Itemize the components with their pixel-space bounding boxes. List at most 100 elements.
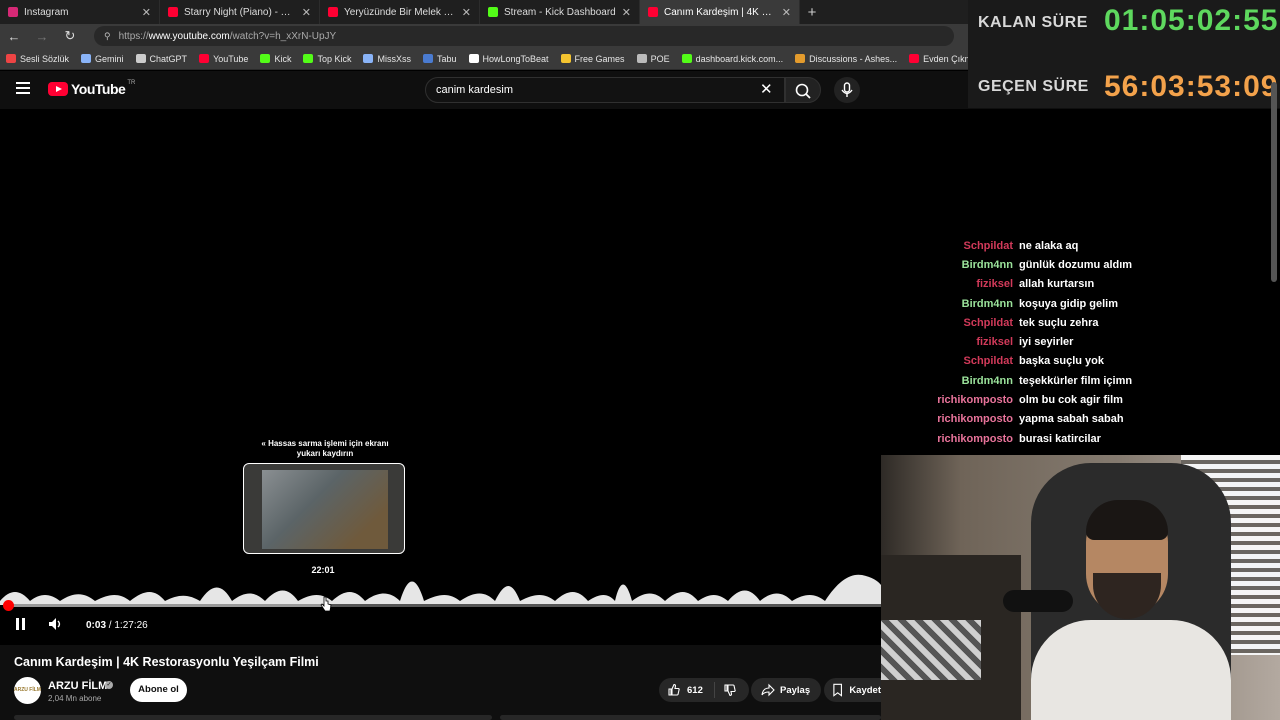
page-scrollbar[interactable] [1271, 82, 1277, 282]
chat-username: fiziksel [976, 278, 1013, 291]
bookmark-item[interactable]: Top Kick [303, 54, 351, 64]
browser-tab[interactable]: Starry Night (Piano) - YouTube ✕ [160, 0, 320, 24]
close-tab-icon[interactable]: ✕ [142, 6, 151, 19]
bookmark-favicon-icon [795, 54, 806, 63]
verified-icon: ✓ [105, 681, 113, 689]
bookmark-label: Sesli Sözlük [20, 53, 70, 64]
cursor-icon [320, 596, 332, 612]
bookmark-item[interactable]: Discussions - Ashes... [795, 54, 897, 64]
search-value: canim kardesim [436, 84, 514, 96]
browser-tab[interactable]: Instagram ✕ [0, 0, 160, 24]
dislike-button[interactable] [715, 683, 737, 697]
chat-message: fiziksel allah kurtarsın [881, 275, 1271, 294]
search-icon [795, 83, 811, 99]
bookmark-favicon-icon [81, 54, 92, 63]
back-icon[interactable]: ← [0, 29, 28, 44]
like-button[interactable]: 612 [659, 682, 715, 698]
chat-overlay: Schpildat ne alaka aq Birdm4nn günlük dozum… [881, 236, 1271, 448]
bookmark-item[interactable]: YouTube [199, 54, 248, 64]
microphone-icon [841, 82, 853, 97]
chat-username: Birdm4nn [961, 258, 1013, 271]
bookmark-item[interactable]: MissXss [363, 54, 411, 64]
bookmark-favicon-icon [199, 54, 210, 63]
menu-icon[interactable] [16, 82, 30, 94]
video-title: Canım Kardeşim | 4K Restorasyonlu Yeşilç… [14, 655, 319, 669]
progress-bar[interactable] [3, 600, 881, 611]
bookmark-favicon-icon [422, 54, 433, 63]
thumbs-up-icon [668, 683, 680, 696]
country-code: TR [127, 80, 136, 86]
pause-icon[interactable] [14, 615, 28, 633]
chat-username: Schpildat [963, 316, 1013, 329]
reload-icon[interactable]: ↻ [56, 28, 84, 44]
bookmark-label: ChatGPT [149, 53, 188, 64]
clear-search-icon[interactable]: ✕ [760, 80, 773, 98]
voice-search-button[interactable] [834, 77, 860, 103]
channel-avatar[interactable]: ARZU FİLM [14, 677, 41, 704]
chat-text: olm bu cok agir film [1019, 394, 1123, 407]
tab-title: Stream - Kick Dashboard [504, 6, 616, 18]
chat-username: richikomposto [937, 394, 1013, 407]
video-player[interactable]: « Hassas sarma işlemi için ekranı yukarı… [0, 109, 881, 645]
bookmark-favicon-icon [303, 54, 314, 63]
seek-preview-thumbnail [243, 463, 405, 554]
search-button[interactable] [785, 77, 821, 103]
subscribe-button[interactable]: Abone ol [130, 678, 187, 702]
bookmark-item[interactable]: Kick [260, 54, 291, 64]
webcam-feed [881, 455, 1280, 720]
volume-icon[interactable] [47, 615, 63, 633]
bookmark-label: YouTube [213, 53, 249, 64]
duration: 1:27:26 [114, 620, 148, 631]
close-tab-icon[interactable]: ✕ [622, 6, 631, 19]
time-display: 0:03 / 1:27:26 [86, 620, 148, 631]
channel-name[interactable]: ARZU FİLM [48, 680, 107, 692]
bookmark-item[interactable]: dashboard.kick.com... [681, 54, 783, 64]
bookmark-label: POE [650, 53, 670, 64]
url-path: /watch?v=h_xXrN-UpJY [229, 30, 337, 42]
chat-username: Birdm4nn [961, 374, 1013, 387]
browser-tab[interactable]: Stream - Kick Dashboard ✕ [480, 0, 640, 24]
site-info-icon[interactable]: ⚲ [104, 31, 111, 42]
bookmark-favicon-icon [6, 54, 16, 63]
url-prefix: https:// [118, 30, 149, 42]
share-button[interactable]: Paylaş [751, 678, 821, 702]
bookmark-item[interactable]: POE [636, 53, 670, 64]
current-time: 0:03 [86, 620, 107, 631]
scrub-hint: « Hassas sarma işlemi için ekranı yukarı… [261, 439, 389, 458]
bookmark-item[interactable]: HowLongToBeat [468, 53, 549, 64]
youtube-logo[interactable]: YouTube TR [48, 80, 136, 97]
chat-username: fiziksel [976, 336, 1013, 349]
forward-icon[interactable]: → [28, 29, 56, 44]
close-tab-icon[interactable]: ✕ [782, 6, 791, 19]
close-tab-icon[interactable]: ✕ [462, 6, 471, 19]
chat-text: yapma sabah sabah [1019, 413, 1124, 426]
description-box[interactable] [14, 715, 492, 720]
bookmark-item[interactable]: Sesli Sözlük [6, 54, 69, 64]
chat-message: richikomposto burasi katircilar [881, 429, 1271, 448]
tab-title: Yeryüzünde Bir Melek Türk Filmi | [344, 6, 456, 18]
bookmark-item[interactable]: Tabu [422, 54, 457, 64]
browser-tab[interactable]: Yeryüzünde Bir Melek Türk Filmi | ✕ [320, 0, 480, 24]
bookmark-item[interactable]: ChatGPT [135, 53, 188, 64]
search-input[interactable]: canim kardesim [425, 77, 785, 103]
close-tab-icon[interactable]: ✕ [302, 6, 311, 19]
browser-tab[interactable]: Canım Kardeşim | 4K Restorasyon ✕ [640, 0, 800, 24]
bookmark-item[interactable]: Free Games [560, 53, 625, 64]
bookmark-favicon-icon [468, 54, 479, 63]
chat-text: allah kurtarsın [1019, 278, 1095, 291]
chat-username: richikomposto [937, 432, 1013, 445]
save-button[interactable]: Kaydet [824, 678, 881, 702]
scrubber-handle[interactable] [3, 600, 14, 611]
address-bar[interactable]: ⚲ https://www.youtube.com/watch?v=h_xXrN… [94, 26, 954, 46]
bookmark-label: Free Games [574, 53, 625, 64]
related-chips[interactable] [500, 715, 881, 720]
chat-message: richikomposto olm bu cok agir film [881, 390, 1271, 409]
bookmark-label: Gemini [95, 53, 124, 64]
bookmark-item[interactable]: Gemini [81, 54, 124, 64]
streamer-microphone [1003, 590, 1073, 612]
bookmark-label: Top Kick [317, 53, 352, 64]
new-tab-button[interactable]: + [800, 4, 824, 21]
bookmark-label: HowLongToBeat [482, 53, 549, 64]
remaining-time-label: KALAN SÜRE [978, 14, 1088, 31]
chat-message: richikomposto yapma sabah sabah [881, 410, 1271, 429]
